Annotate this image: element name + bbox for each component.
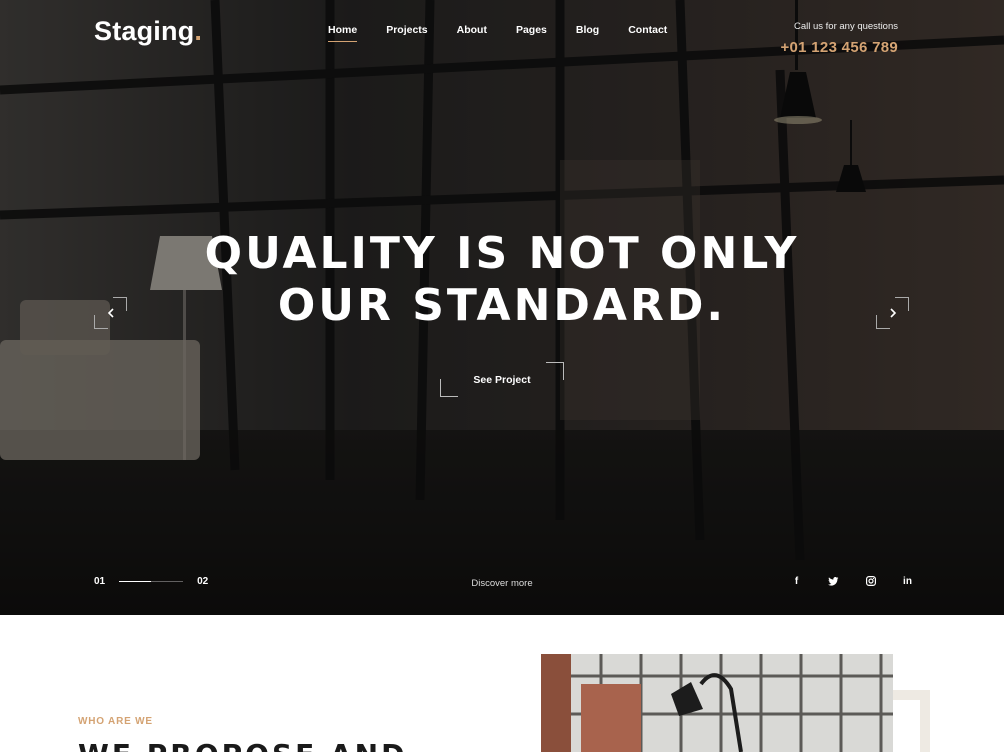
main-nav: Home Projects About Pages Blog Contact bbox=[328, 24, 667, 42]
nav-item-contact[interactable]: Contact bbox=[628, 24, 667, 42]
about-title: WE PROPOSE AND bbox=[78, 738, 407, 752]
social-links: f in bbox=[790, 574, 914, 588]
hero-headline-line1: QUALITY IS NOT ONLY bbox=[204, 228, 800, 279]
nav-item-blog[interactable]: Blog bbox=[576, 24, 599, 42]
cta-corner-bottom-left bbox=[440, 379, 458, 397]
brand-name: Staging bbox=[94, 16, 195, 46]
contact-block: Call us for any questions +01 123 456 78… bbox=[780, 21, 898, 56]
linkedin-icon[interactable]: in bbox=[901, 574, 914, 588]
decorative-frame bbox=[893, 690, 930, 752]
slider-next-button[interactable] bbox=[876, 297, 909, 329]
prev-corner-bottom-left bbox=[94, 315, 108, 329]
hero-slider: Staging. Home Projects About Pages Blog … bbox=[0, 0, 1004, 615]
nav-item-about[interactable]: About bbox=[457, 24, 487, 42]
brand-dot: . bbox=[194, 16, 203, 46]
contact-prompt: Call us for any questions bbox=[793, 21, 898, 32]
prev-corner-top-right bbox=[113, 297, 127, 311]
brand-logo[interactable]: Staging. bbox=[94, 16, 202, 47]
see-project-label: See Project bbox=[473, 373, 531, 386]
instagram-icon[interactable] bbox=[864, 574, 877, 588]
next-corner-top-right bbox=[895, 297, 909, 311]
hero-headline: QUALITY IS NOT ONLY OUR STANDARD. bbox=[0, 228, 1004, 332]
nav-item-home[interactable]: Home bbox=[328, 24, 358, 42]
about-image bbox=[541, 654, 893, 752]
slider-prev-button[interactable] bbox=[94, 297, 127, 329]
about-image-illustration bbox=[541, 654, 893, 752]
see-project-button[interactable]: See Project bbox=[440, 362, 564, 397]
about-eyebrow: WHO ARE WE bbox=[78, 716, 153, 727]
twitter-icon[interactable] bbox=[827, 574, 840, 588]
cta-corner-top-right bbox=[546, 362, 564, 380]
contact-phone[interactable]: +01 123 456 789 bbox=[780, 39, 898, 56]
facebook-icon[interactable]: f bbox=[790, 574, 803, 588]
hero-headline-line2: OUR STANDARD. bbox=[277, 280, 727, 331]
next-corner-bottom-left bbox=[876, 315, 890, 329]
nav-item-pages[interactable]: Pages bbox=[516, 24, 547, 42]
nav-item-projects[interactable]: Projects bbox=[386, 24, 427, 42]
